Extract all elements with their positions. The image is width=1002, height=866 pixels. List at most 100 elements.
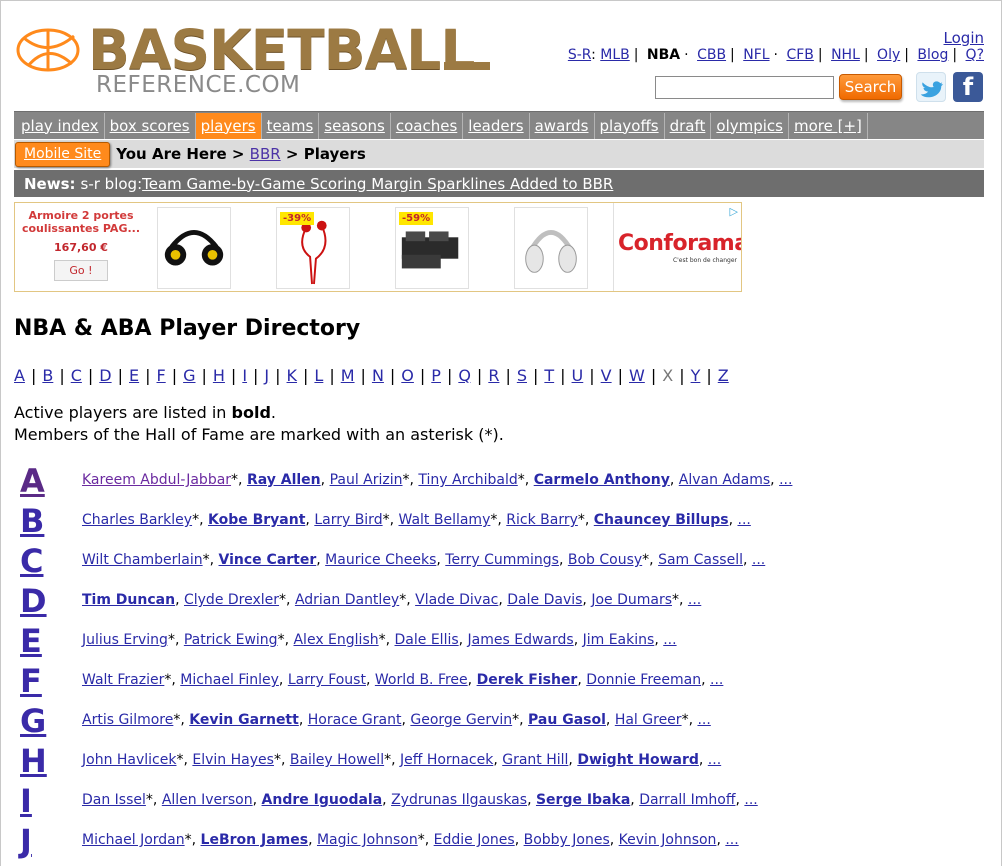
player-link[interactable]: Dwight Howard [577, 752, 699, 768]
player-link[interactable]: Bailey Howell [290, 752, 384, 768]
player-link[interactable]: Vince Carter [219, 552, 317, 568]
player-link[interactable]: John Havlicek [82, 752, 176, 768]
letter-link-m[interactable]: M [341, 366, 355, 385]
player-link[interactable]: Bobby Jones [524, 832, 610, 848]
nav-teams[interactable]: teams [262, 112, 320, 139]
more-players-link[interactable]: ... [725, 832, 738, 848]
player-link[interactable]: Pau Gasol [528, 712, 606, 728]
player-link[interactable]: Chauncey Billups [594, 512, 729, 528]
nav-awards[interactable]: awards [530, 112, 595, 139]
letter-heading-d[interactable]: D [20, 582, 47, 620]
ad-tile-2[interactable]: -39% [276, 207, 350, 289]
letter-link-q[interactable]: Q [458, 366, 471, 385]
player-link[interactable]: Larry Foust [288, 672, 366, 688]
player-link[interactable]: Dale Davis [507, 592, 582, 608]
player-link[interactable]: Alex English [293, 632, 378, 648]
player-link[interactable]: Michael Jordan [82, 832, 185, 848]
ad-brand-panel[interactable]: Conforama C'est bon de changer [613, 203, 741, 291]
more-players-link[interactable]: ... [697, 712, 710, 728]
nav-draft[interactable]: draft [665, 112, 712, 139]
player-link[interactable]: Eddie Jones [434, 832, 515, 848]
player-link[interactable]: Bob Cousy [568, 552, 642, 568]
letter-link-e[interactable]: E [129, 366, 139, 385]
player-link[interactable]: Vlade Divac [415, 592, 498, 608]
letter-link-o[interactable]: O [401, 366, 414, 385]
player-link[interactable]: Alvan Adams [679, 472, 770, 488]
player-link[interactable]: Magic Johnson [317, 832, 418, 848]
player-link[interactable]: Paul Arizin [330, 472, 403, 488]
player-link[interactable]: LeBron James [201, 832, 309, 848]
site-link-cfb[interactable]: CFB [786, 47, 813, 63]
letter-link-g[interactable]: G [183, 366, 195, 385]
site-link-mlb[interactable]: MLB [600, 47, 629, 63]
letter-link-u[interactable]: U [572, 366, 584, 385]
player-link[interactable]: Wilt Chamberlain [82, 552, 203, 568]
player-link[interactable]: Carmelo Anthony [534, 472, 670, 488]
player-link[interactable]: Julius Erving [82, 632, 168, 648]
twitter-icon[interactable] [916, 72, 946, 102]
news-headline-link[interactable]: Team Game-by-Game Scoring Margin Sparkli… [142, 175, 613, 193]
player-link[interactable]: World B. Free [375, 672, 468, 688]
letter-heading-f[interactable]: F [20, 662, 42, 700]
player-link[interactable]: Walt Frazier [82, 672, 164, 688]
letter-link-c[interactable]: C [71, 366, 82, 385]
player-link[interactable]: Dale Ellis [395, 632, 459, 648]
letter-link-t[interactable]: T [544, 366, 554, 385]
player-link[interactable]: Kobe Bryant [208, 512, 305, 528]
letter-link-p[interactable]: P [431, 366, 441, 385]
letter-link-h[interactable]: H [213, 366, 225, 385]
breadcrumb-bbr-link[interactable]: BBR [250, 145, 281, 163]
site-link-oly[interactable]: Oly [877, 47, 900, 63]
nav-playoffs[interactable]: playoffs [595, 112, 665, 139]
player-link[interactable]: Kevin Garnett [189, 712, 299, 728]
letter-heading-e[interactable]: E [20, 622, 42, 660]
search-input[interactable] [655, 76, 834, 99]
letter-heading-b[interactable]: B [20, 502, 44, 540]
letter-link-i[interactable]: I [242, 366, 247, 385]
more-players-link[interactable]: ... [663, 632, 676, 648]
letter-heading-j[interactable]: J [20, 822, 32, 860]
player-link[interactable]: Horace Grant [308, 712, 402, 728]
player-link[interactable]: Sam Cassell [658, 552, 743, 568]
player-link[interactable]: Derek Fisher [477, 672, 578, 688]
site-link-cbb[interactable]: CBB [697, 47, 726, 63]
site-link-nhl[interactable]: NHL [831, 47, 860, 63]
letter-link-f[interactable]: F [157, 366, 166, 385]
ad-tile-4[interactable] [514, 207, 588, 289]
letter-link-a[interactable]: A [14, 366, 25, 385]
player-link[interactable]: Dan Issel [82, 792, 146, 808]
player-link[interactable]: Kareem Abdul-Jabbar [82, 472, 231, 488]
player-link[interactable]: Terry Cummings [445, 552, 559, 568]
letter-link-k[interactable]: K [287, 366, 298, 385]
player-link[interactable]: Donnie Freeman [586, 672, 701, 688]
player-link[interactable]: James Edwards [468, 632, 574, 648]
more-players-link[interactable]: ... [688, 592, 701, 608]
adchoices-icon[interactable]: ▷ [730, 205, 738, 218]
player-link[interactable]: Grant Hill [502, 752, 568, 768]
nav-coaches[interactable]: coaches [391, 112, 464, 139]
letter-link-y[interactable]: Y [691, 366, 701, 385]
site-link-nfl[interactable]: NFL [743, 47, 769, 63]
nav-box-scores[interactable]: box scores [105, 112, 196, 139]
site-link-q[interactable]: Q? [966, 47, 984, 63]
player-link[interactable]: Allen Iverson [162, 792, 253, 808]
letter-link-z[interactable]: Z [718, 366, 729, 385]
player-link[interactable]: Tiny Archibald [418, 472, 517, 488]
more-players-link[interactable]: ... [738, 512, 751, 528]
letter-heading-i[interactable]: I [20, 782, 32, 820]
letter-heading-a[interactable]: A [20, 462, 45, 500]
ad-go-button[interactable]: Go ! [54, 260, 108, 281]
player-link[interactable]: Rick Barry [506, 512, 578, 528]
letter-heading-h[interactable]: H [20, 742, 47, 780]
nav-seasons[interactable]: seasons [319, 112, 391, 139]
player-link[interactable]: Walt Bellamy [399, 512, 491, 528]
player-link[interactable]: Joe Dumars [591, 592, 672, 608]
mobile-site-button[interactable]: Mobile Site [15, 141, 111, 167]
letter-heading-g[interactable]: G [20, 702, 46, 740]
player-link[interactable]: Larry Bird [314, 512, 382, 528]
player-link[interactable]: Patrick Ewing [184, 632, 278, 648]
letter-link-j[interactable]: J [264, 366, 269, 385]
site-link-sr[interactable]: S-R [568, 47, 591, 63]
player-link[interactable]: Zydrunas Ilgauskas [391, 792, 527, 808]
player-link[interactable]: Clyde Drexler [184, 592, 279, 608]
